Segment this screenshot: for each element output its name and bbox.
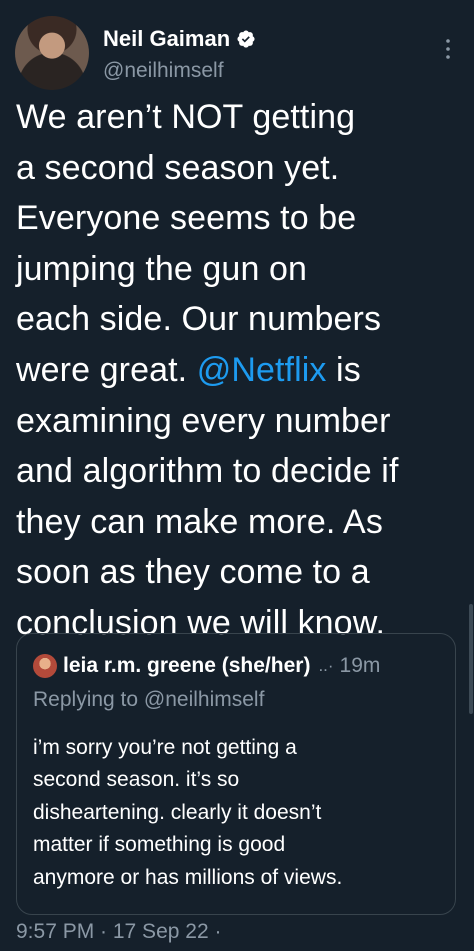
tweet-text-part-2: is examining every number and algorithm … xyxy=(16,350,399,642)
quoted-timestamp: 19m xyxy=(339,654,381,677)
author-display-name[interactable]: Neil Gaiman xyxy=(103,26,230,52)
replying-to-label: Replying to @neilhimself xyxy=(33,688,265,711)
tweet-screen: Neil Gaiman @neilhimself We aren’t NOT g… xyxy=(0,0,474,951)
quoted-author-avatar xyxy=(33,654,57,678)
tweet-header: Neil Gaiman @neilhimself xyxy=(15,16,460,92)
tweet-text-part-1: We aren’t NOT getting a second season ye… xyxy=(16,98,382,389)
scrollbar-thumb[interactable] xyxy=(469,604,473,714)
quoted-tweet-card[interactable]: leia r.m. greene (she/her) ..· 19m Reply… xyxy=(16,633,456,915)
author-handle[interactable]: @neilhimself xyxy=(103,58,224,84)
author-avatar[interactable] xyxy=(15,16,89,90)
author-name-row: Neil Gaiman xyxy=(103,26,256,52)
quoted-tweet-header: leia r.m. greene (she/her) ..· 19m xyxy=(33,652,443,680)
quoted-author-name: leia r.m. greene (she/her) xyxy=(63,654,311,677)
quoted-tweet-text: i’m sorry you’re not getting a second se… xyxy=(33,736,343,889)
tweet-body: We aren’t NOT getting a second season ye… xyxy=(16,92,461,649)
netflix-mention-link[interactable]: @Netflix xyxy=(197,351,327,389)
tweet-timestamp[interactable]: 9:57 PM · 17 Sep 22 · xyxy=(16,918,221,946)
quoted-separator: ..· xyxy=(318,656,334,675)
verified-badge-icon xyxy=(237,30,255,48)
more-options-icon[interactable] xyxy=(444,38,452,60)
